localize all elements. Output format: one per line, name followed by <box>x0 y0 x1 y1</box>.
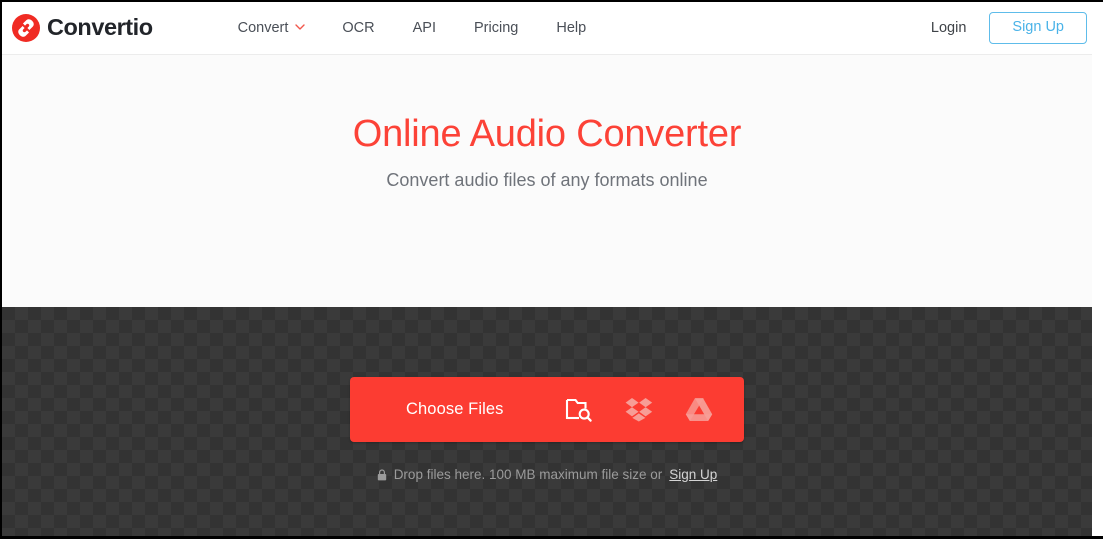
page-content: Convertio Convert OCR API Pricing Help L… <box>2 2 1092 536</box>
nav-item-convert-label: Convert <box>237 20 289 36</box>
page-subtitle: Convert audio files of any formats onlin… <box>386 169 708 190</box>
scrollbar-gutter[interactable] <box>1092 2 1103 536</box>
signup-button[interactable]: Sign Up <box>989 12 1087 44</box>
choose-files-label: Choose Files <box>406 400 504 418</box>
nav-item-pricing-label: Pricing <box>474 20 519 36</box>
nav-item-convert[interactable]: Convert <box>219 14 324 42</box>
nav-item-api-label: API <box>412 20 437 36</box>
google-drive-icon <box>685 397 713 422</box>
nav-item-help[interactable]: Help <box>537 14 605 42</box>
main-nav: Convert OCR API Pricing Help <box>219 14 606 42</box>
choose-files-bar[interactable]: Choose Files <box>350 377 744 442</box>
nav-item-pricing[interactable]: Pricing <box>455 14 537 42</box>
file-dropzone[interactable]: Choose Files Drop files here. 100 MB max… <box>2 307 1092 536</box>
convertio-refresh-logo-icon <box>12 14 40 42</box>
dropbox-button[interactable] <box>624 395 654 425</box>
file-source-buttons <box>564 395 714 425</box>
site-logo-text: Convertio <box>47 14 153 41</box>
site-header: Convertio Convert OCR API Pricing Help L… <box>2 2 1092 55</box>
local-files-button[interactable] <box>564 395 594 425</box>
chevron-down-icon <box>295 22 306 31</box>
nav-item-api[interactable]: API <box>394 14 455 42</box>
site-logo[interactable]: Convertio <box>12 14 153 42</box>
dropbox-icon <box>625 397 653 422</box>
drop-hint-text: Drop files here. 100 MB maximum file siz… <box>393 467 663 482</box>
nav-item-help-label: Help <box>556 20 587 36</box>
drop-hint: Drop files here. 100 MB maximum file siz… <box>377 467 717 483</box>
login-link[interactable]: Login <box>915 14 982 42</box>
folder-search-icon <box>565 397 593 423</box>
account-actions: Login Sign Up <box>915 12 1087 44</box>
page-title: Online Audio Converter <box>352 113 742 155</box>
lock-icon <box>377 469 387 481</box>
google-drive-button[interactable] <box>684 395 714 425</box>
nav-item-ocr[interactable]: OCR <box>323 14 393 42</box>
browser-viewport: Convertio Convert OCR API Pricing Help L… <box>0 0 1103 539</box>
hero-section: Online Audio Converter Convert audio fil… <box>2 55 1092 307</box>
nav-item-ocr-label: OCR <box>342 20 375 36</box>
drop-hint-signup-link[interactable]: Sign Up <box>669 467 717 483</box>
